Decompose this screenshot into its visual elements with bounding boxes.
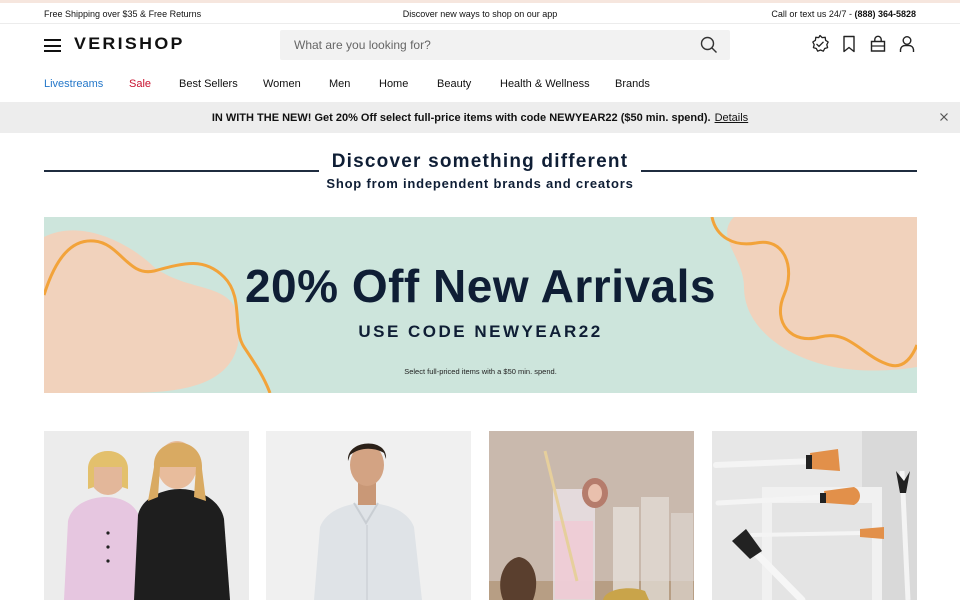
- women-photo: [44, 431, 249, 600]
- nav-best-sellers[interactable]: Best Sellers: [179, 78, 238, 90]
- search-bar: [280, 30, 730, 60]
- promo-message: IN WITH THE NEW! Get 20% Off select full…: [0, 112, 960, 124]
- app-promo-link[interactable]: Discover new ways to shop on our app: [403, 9, 558, 19]
- discover-heading: Discover something different Shop from i…: [0, 150, 960, 200]
- shipping-notice[interactable]: Free Shipping over $35 & Free Returns: [44, 9, 201, 19]
- beauty-photo: [712, 431, 917, 600]
- beauty-category-tile[interactable]: [712, 431, 917, 600]
- hero-fine-print: Select full-priced items with a $50 min.…: [404, 367, 557, 376]
- search-input[interactable]: [294, 30, 684, 60]
- discover-subtitle: Shop from independent brands and creator…: [326, 176, 634, 191]
- nav-beauty[interactable]: Beauty: [437, 78, 471, 90]
- nav-home[interactable]: Home: [379, 78, 408, 90]
- close-icon[interactable]: [938, 111, 950, 123]
- hero-banner[interactable]: 20% Off New Arrivals USE CODE NEWYEAR22 …: [44, 217, 917, 393]
- bookmark-icon[interactable]: [839, 34, 859, 54]
- home-category-tile[interactable]: [489, 431, 694, 600]
- search-icon[interactable]: [700, 36, 718, 54]
- shopping-bag-icon[interactable]: [868, 34, 888, 54]
- nav-livestreams[interactable]: Livestreams: [44, 78, 103, 90]
- account-icon[interactable]: [897, 34, 917, 54]
- menu-icon[interactable]: [44, 39, 61, 52]
- main-nav: Livestreams Sale Best Sellers Women Men …: [0, 68, 960, 102]
- men-category-tile[interactable]: [266, 431, 471, 600]
- nav-men[interactable]: Men: [329, 78, 350, 90]
- promo-text: IN WITH THE NEW! Get 20% Off select full…: [211, 112, 711, 124]
- women-category-tile[interactable]: [44, 431, 249, 600]
- phone-number[interactable]: (888) 364-5828: [854, 9, 916, 19]
- nav-sale[interactable]: Sale: [129, 78, 151, 90]
- nav-health-wellness[interactable]: Health & Wellness: [500, 78, 590, 90]
- nav-brands[interactable]: Brands: [615, 78, 650, 90]
- contact-info: Call or text us 24/7 - (888) 364-5828: [771, 9, 916, 19]
- contact-label: Call or text us 24/7 -: [771, 9, 855, 19]
- promo-details-link[interactable]: Details: [715, 112, 749, 124]
- men-photo: [266, 431, 471, 600]
- site-logo[interactable]: VERISHOP: [74, 34, 185, 54]
- hero-promo-code: USE CODE NEWYEAR22: [358, 322, 603, 341]
- nav-women[interactable]: Women: [263, 78, 301, 90]
- utility-bar: Free Shipping over $35 & Free Returns Di…: [0, 3, 960, 24]
- home-photo: [489, 431, 694, 600]
- promo-banner: IN WITH THE NEW! Get 20% Off select full…: [0, 102, 960, 133]
- discover-title: Discover something different: [331, 151, 629, 172]
- hero-title: 20% Off New Arrivals: [244, 260, 717, 312]
- rewards-badge-icon[interactable]: [810, 34, 830, 54]
- site-header: VERISHOP: [0, 24, 960, 68]
